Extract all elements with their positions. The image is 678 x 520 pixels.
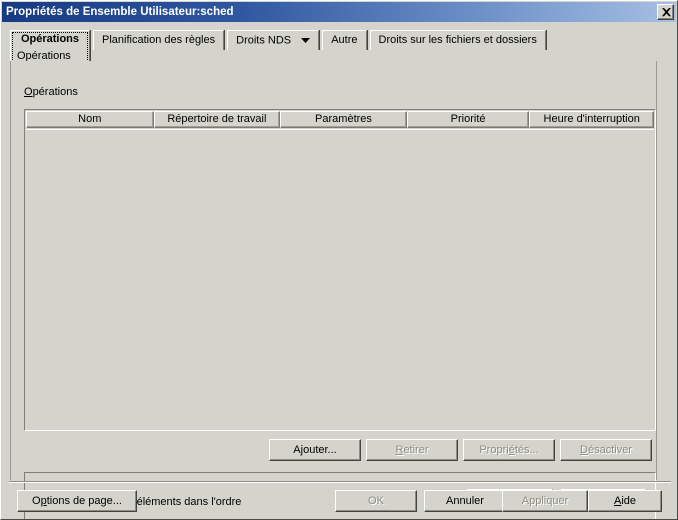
dialog-footer: Options de page... OK Annuler Appliquer … [2, 484, 676, 519]
column-header-repertoire-de-travail[interactable]: Répertoire de travail [153, 111, 281, 128]
remove-button-text-rest: etirer [403, 444, 429, 456]
tab-droits-fichiers-label: Droits sur les fichiers et dossiers [378, 34, 537, 46]
cancel-button[interactable]: Annuler [424, 490, 506, 512]
page-right-strip [656, 61, 676, 480]
operations-group-label-rest: pérations [32, 86, 78, 98]
add-button[interactable]: Ajouter... [269, 439, 361, 461]
close-icon [662, 8, 671, 17]
operation-actions: Ajouter... Retirer Propriétés... Désacti… [11, 439, 657, 461]
window-title: Propriétés de Ensemble Utilisateur:sched [6, 6, 234, 18]
tab-autre-label: Autre [331, 34, 358, 46]
tab-droits-fichiers-dossiers[interactable]: Droits sur les fichiers et dossiers [369, 30, 546, 50]
close-button[interactable] [657, 4, 674, 20]
page-options-text-rest: tions de page... [46, 495, 122, 507]
add-button-text-a: A [293, 444, 301, 456]
footer-separator [9, 481, 671, 483]
help-button-text-rest: ide [621, 495, 637, 507]
tab-planification-label: Planification des règles [102, 34, 216, 46]
add-button-text-rest: outer... [303, 444, 337, 456]
ok-button[interactable]: OK [335, 490, 417, 512]
apply-button[interactable]: Appliquer [502, 490, 588, 512]
tab-planification-des-regles[interactable]: Planification des règles [93, 30, 225, 50]
operations-group-label-mnemonic: O [24, 86, 33, 98]
deactivate-button-text-rest: ésactiver [587, 444, 632, 456]
listview-body-empty[interactable] [26, 129, 654, 429]
column-header-heure-d-interruption[interactable]: Heure d'interruption [529, 111, 654, 128]
column-header-parametres[interactable]: Paramètres [280, 111, 407, 128]
deactivate-button-mnemonic: D [580, 444, 588, 456]
tab-droits-nds-label: Droits NDS [236, 34, 292, 47]
tab-droits-nds[interactable]: Droits NDS [227, 30, 320, 50]
column-header-nom[interactable]: Nom [26, 111, 154, 128]
properties-button-text-a: Propri [479, 444, 509, 456]
deactivate-button[interactable]: Désactiver [560, 439, 652, 461]
chevron-down-icon [301, 31, 311, 50]
operations-group-label: Opérations [24, 86, 78, 98]
operations-listview[interactable]: Nom Répertoire de travail Paramètres Pri… [24, 109, 656, 431]
tab-autre[interactable]: Autre [322, 30, 367, 50]
listview-header: Nom Répertoire de travail Paramètres Pri… [26, 111, 654, 128]
properties-button[interactable]: Propriétés... [463, 439, 555, 461]
tab-operations-label: Opérations [20, 33, 80, 45]
tab-strip: Opérations Opérations Planification des … [2, 22, 676, 68]
page-options-button[interactable]: Options de page... [17, 490, 137, 512]
remove-button[interactable]: Retirer [366, 439, 458, 461]
properties-dialog: Propriétés de Ensemble Utilisateur:sched… [0, 0, 678, 520]
properties-button-text-rest: tés... [514, 444, 539, 456]
operations-page: Opérations Nom Répertoire de travail Par… [10, 61, 657, 519]
help-button[interactable]: Aide [588, 490, 662, 512]
column-header-priorite[interactable]: Priorité [406, 111, 530, 128]
page-options-text-a: O [32, 495, 41, 507]
title-bar: Propriétés de Ensemble Utilisateur:sched [2, 2, 676, 22]
